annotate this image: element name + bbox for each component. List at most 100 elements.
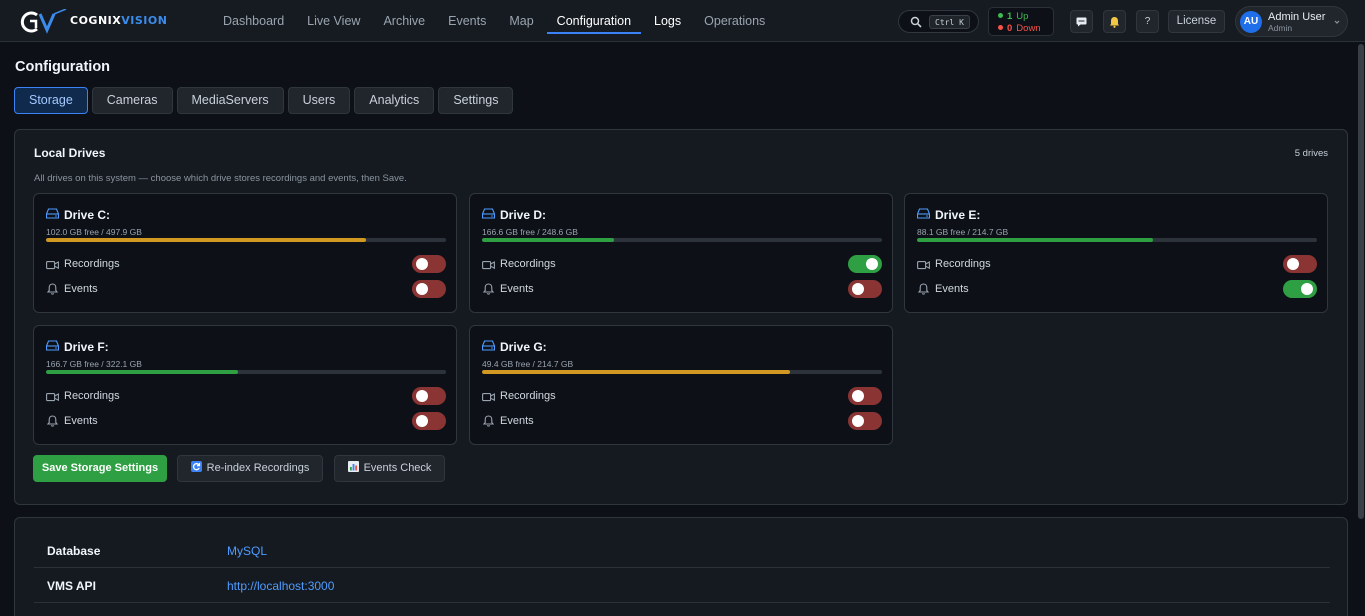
help-button[interactable]: ? (1136, 10, 1159, 33)
events-toggle[interactable] (848, 280, 882, 298)
events-label: Events (935, 283, 969, 295)
page-scrollbar-thumb[interactable] (1358, 44, 1364, 519)
info-value-link[interactable]: MySQL (227, 544, 267, 558)
hard-drive-icon (482, 340, 495, 351)
drive-usage-bar (482, 370, 882, 374)
reindex-recordings-button[interactable]: Re-index Recordings (177, 455, 323, 482)
drive-usage-bar (46, 370, 446, 374)
info-key: Database (47, 544, 101, 558)
drive-usage-fill (46, 238, 366, 242)
notifications-button[interactable] (1103, 10, 1126, 33)
reindex-label: Re-index Recordings (206, 462, 310, 474)
drive-name: Drive F: (64, 340, 109, 354)
nav-configuration[interactable]: Configuration (546, 0, 642, 42)
nav-operations[interactable]: Operations (694, 0, 775, 42)
bell-outline-icon (482, 283, 495, 295)
avatar: AU (1240, 11, 1262, 33)
events-toggle[interactable] (412, 280, 446, 298)
search-shortcut-hint: Ctrl K (929, 15, 970, 29)
drive-card-drive-e: Drive E: 88.1 GB free / 214.7 GB Recording… (904, 193, 1328, 313)
bell-outline-icon (917, 283, 930, 295)
user-role: Admin (1268, 23, 1293, 33)
tab-storage[interactable]: Storage (14, 87, 88, 114)
nav-dashboard[interactable]: Dashboard (213, 0, 294, 42)
drive-name: Drive C: (64, 208, 111, 222)
toggle-knob (1287, 258, 1299, 270)
global-search-button[interactable]: Ctrl K (898, 10, 979, 33)
recordings-label: Recordings (935, 258, 991, 270)
recordings-toggle[interactable] (412, 255, 446, 273)
drive-name: Drive E: (935, 208, 981, 222)
bell-outline-icon (482, 415, 495, 427)
toggle-knob (416, 283, 428, 295)
local-drives-panel: Local Drives 5 drives All drives on this… (14, 129, 1348, 505)
nav-archive[interactable]: Archive (373, 0, 435, 42)
drive-name: Drive G: (500, 340, 547, 354)
nav-map[interactable]: Map (499, 0, 543, 42)
panel-description: All drives on this system — choose which… (34, 173, 407, 184)
video-camera-icon (46, 261, 59, 270)
recordings-label: Recordings (500, 390, 556, 402)
messages-button[interactable] (1070, 10, 1093, 33)
info-row-database: Database MySQL (34, 534, 1330, 568)
events-label: Events (500, 283, 534, 295)
recordings-toggle[interactable] (848, 255, 882, 273)
events-label: Events (64, 415, 98, 427)
info-row-vms-api: VMS API http://localhost:3000 (34, 569, 1330, 603)
drive-name: Drive D: (500, 208, 547, 222)
bell-outline-icon (46, 283, 59, 295)
tab-analytics[interactable]: Analytics (354, 87, 435, 114)
drive-usage-bar (482, 238, 882, 242)
nav-events[interactable]: Events (438, 0, 496, 42)
recordings-toggle[interactable] (848, 387, 882, 405)
bell-outline-icon (46, 415, 59, 427)
cognix-logo-icon (20, 9, 67, 34)
search-icon (910, 16, 922, 28)
main-nav: Dashboard Live View Archive Events Map Config… (213, 0, 778, 42)
tab-users[interactable]: Users (287, 87, 351, 114)
drive-usage-fill (482, 370, 790, 374)
tab-cameras[interactable]: Cameras (91, 87, 173, 114)
recordings-label: Recordings (64, 390, 120, 402)
status-down-dot (998, 25, 1003, 30)
recordings-toggle[interactable] (412, 387, 446, 405)
nav-logs[interactable]: Logs (644, 0, 691, 42)
video-camera-icon (482, 393, 495, 402)
drive-usage-bar (917, 238, 1317, 242)
toggle-knob (852, 415, 864, 427)
drive-capacity: 49.4 GB free / 214.7 GB (482, 359, 574, 369)
save-storage-settings-button[interactable]: Save Storage Settings (33, 455, 167, 482)
toggle-knob (852, 390, 864, 402)
info-key: VMS API (47, 579, 96, 593)
drive-card-drive-g: Drive G: 49.4 GB free / 214.7 GB Recording… (469, 325, 893, 445)
toggle-knob (1301, 283, 1313, 295)
nav-live-view[interactable]: Live View (297, 0, 370, 42)
drive-usage-fill (917, 238, 1153, 242)
video-camera-icon (46, 393, 59, 402)
top-navigation-bar: COGNIXVISION Dashboard Live View Archive Ev… (0, 0, 1365, 42)
user-name: Admin User (1268, 11, 1326, 23)
user-menu[interactable]: AU Admin User Admin (1235, 6, 1348, 37)
hard-drive-icon (46, 208, 59, 219)
status-down: 0 Down (998, 23, 1041, 34)
config-tabs: Storage Cameras MediaServers Users Analytics… (14, 87, 517, 114)
info-value-link[interactable]: http://localhost:3000 (227, 579, 334, 593)
toggle-knob (852, 283, 864, 295)
drive-card-drive-c: Drive C: 102.0 GB free / 497.9 GB Recordin… (33, 193, 457, 313)
drive-card-drive-f: Drive F: 166.7 GB free / 322.1 GB Recordin… (33, 325, 457, 445)
events-toggle[interactable] (412, 412, 446, 430)
tab-settings[interactable]: Settings (438, 87, 514, 114)
tab-mediaservers[interactable]: MediaServers (176, 87, 284, 114)
app-logo[interactable]: COGNIXVISION (16, 9, 186, 35)
events-toggle[interactable] (1283, 280, 1317, 298)
logo-wordmark: COGNIXVISION (70, 14, 168, 27)
events-check-button[interactable]: Events Check (334, 455, 445, 482)
events-label: Events (64, 283, 98, 295)
recordings-toggle[interactable] (1283, 255, 1317, 273)
server-status-indicator[interactable]: 1 Up 0 Down (988, 7, 1054, 36)
drive-card-drive-d: Drive D: 166.6 GB free / 248.6 GB Recordin… (469, 193, 893, 313)
events-check-label: Events Check (363, 462, 432, 474)
license-button[interactable]: License (1168, 10, 1225, 33)
drive-usage-bar (46, 238, 446, 242)
events-toggle[interactable] (848, 412, 882, 430)
